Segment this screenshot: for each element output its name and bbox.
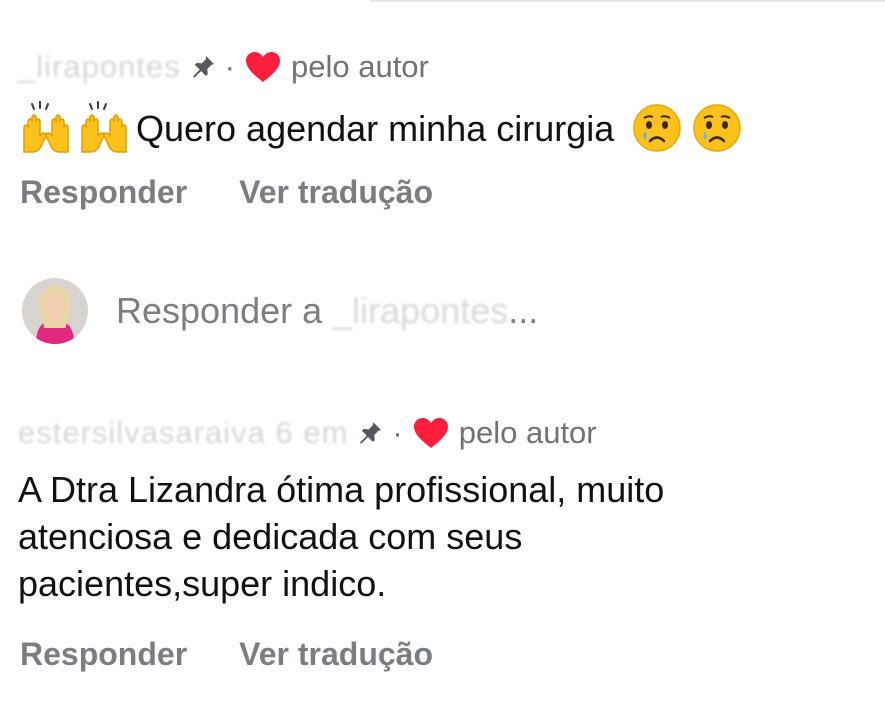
- emoji-group-after: [632, 103, 742, 153]
- reply-button[interactable]: Responder: [20, 636, 187, 673]
- comment-1-meta: _lirapontes · pelo autor: [18, 47, 429, 87]
- comment-2-username[interactable]: estersilvasaraiva 6 em: [18, 415, 348, 451]
- comment-1-body: Quero agendar minha cirurgia: [136, 107, 615, 149]
- author-liked-badge: pelo autor: [290, 49, 429, 84]
- reply-button[interactable]: Responder: [20, 174, 187, 211]
- raising-hands-emoji: [18, 100, 74, 156]
- pin-icon: [356, 419, 384, 447]
- comment-1-text: Quero agendar minha cirurgia: [18, 100, 742, 156]
- pin-icon: [189, 53, 217, 81]
- comment-2-meta: estersilvasaraiva 6 em · pelo autor: [18, 413, 597, 453]
- comment-2-actions: Responder Ver tradução: [20, 636, 433, 673]
- comment-2-line: pacientes,super indico.: [18, 563, 387, 604]
- comment-2-text: A Dtra Lizandra ótima profissional, muit…: [18, 466, 858, 607]
- reply-composer[interactable]: Responder a _lirapontes ...: [22, 278, 538, 344]
- comment-1-username[interactable]: _lirapontes: [18, 49, 181, 85]
- reply-target-username: _lirapontes: [332, 290, 509, 331]
- author-liked-badge: pelo autor: [458, 415, 597, 450]
- heart-icon: [413, 417, 449, 449]
- comment-2-line: A Dtra Lizandra ótima profissional, muit…: [18, 469, 665, 510]
- avatar: [22, 278, 88, 344]
- reply-placeholder: Responder a: [116, 290, 323, 331]
- comment-1-actions: Responder Ver tradução: [20, 174, 433, 211]
- see-translation-button[interactable]: Ver tradução: [239, 174, 433, 211]
- comment-2-line: atenciosa e dedicada com seus: [18, 516, 523, 557]
- crying-face-emoji: [632, 103, 682, 153]
- reply-ellipsis: ...: [508, 290, 539, 331]
- meta-separator: ·: [392, 415, 403, 450]
- heart-icon: [245, 51, 281, 83]
- meta-separator: ·: [224, 49, 235, 84]
- see-translation-button[interactable]: Ver tradução: [239, 636, 433, 673]
- crying-face-emoji: [692, 103, 742, 153]
- emoji-group-before: [18, 100, 132, 156]
- top-divider: [370, 0, 885, 2]
- raising-hands-emoji: [76, 100, 132, 156]
